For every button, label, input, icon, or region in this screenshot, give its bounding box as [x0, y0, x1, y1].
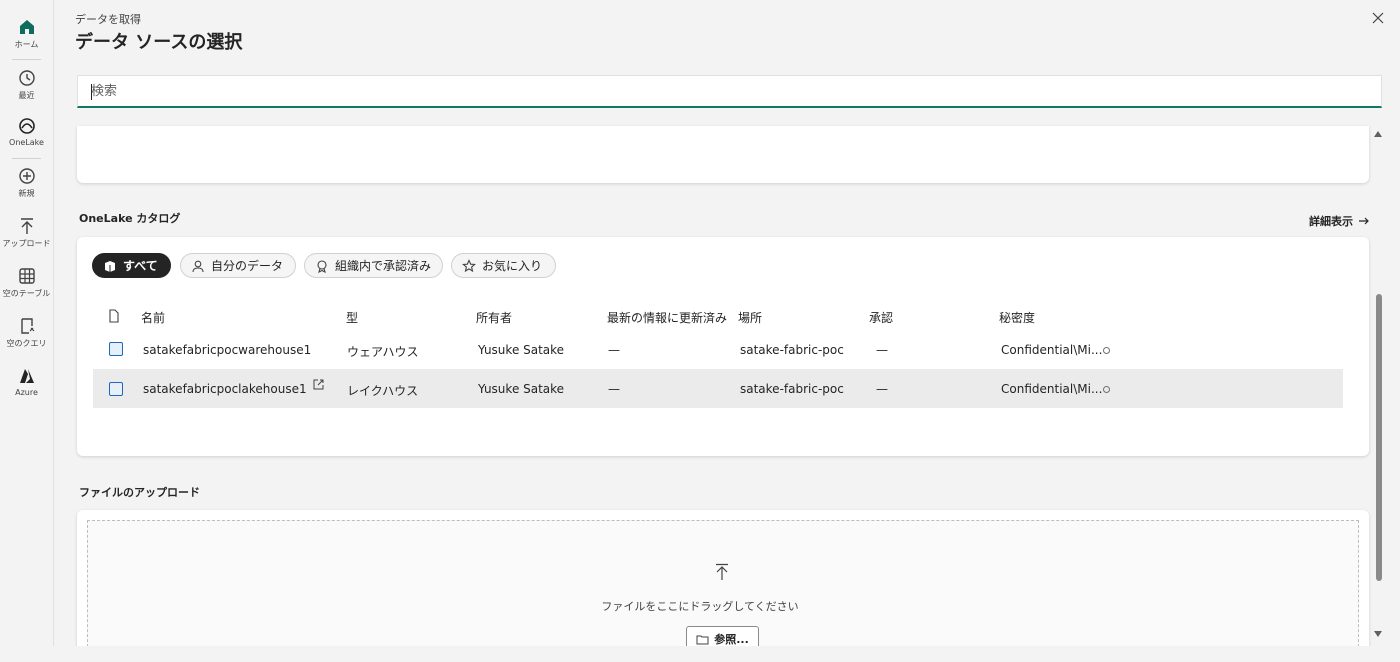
page-title: データ ソースの選択 [75, 32, 243, 53]
query-icon [20, 318, 34, 334]
lakehouse-icon [109, 382, 123, 396]
rail-recent[interactable]: 最近 [0, 68, 53, 101]
rail-new-label: 新規 [18, 189, 35, 198]
details-link[interactable]: 詳細表示 [1309, 213, 1370, 229]
filter-endorsed[interactable]: 組織内で承認済み [304, 253, 443, 278]
upload-icon [716, 563, 728, 580]
rail-divider [12, 59, 41, 60]
rail-azure-label: Azure [15, 388, 38, 397]
page-bottom [53, 646, 1400, 662]
filter-my-data-label: 自分のデータ [211, 259, 284, 273]
file-type-icon [109, 309, 119, 323]
data-source-card [77, 126, 1369, 183]
search-input[interactable] [78, 76, 1381, 106]
row-refreshed: — [608, 382, 620, 396]
rail-home[interactable]: ホーム [0, 17, 53, 50]
upload-icon [20, 218, 33, 234]
rail-upload-label: アップロード [2, 239, 51, 248]
rail-empty-table-label: 空のテーブル [2, 289, 51, 298]
upload-title: ファイルのアップロード [79, 486, 200, 499]
row-location[interactable]: satake-fabric-poc [740, 343, 844, 357]
row-refreshed: — [608, 343, 620, 357]
rail-azure[interactable]: Azure [0, 366, 53, 397]
rail-empty-query[interactable]: 空のクエリ [0, 316, 53, 349]
row-sensitivity: Confidential\Mi... [1001, 343, 1103, 357]
row-owner: Yusuke Satake [478, 382, 565, 396]
rail-home-label: ホーム [14, 40, 39, 49]
row-owner: Yusuke Satake [478, 343, 565, 357]
row-endorsement: — [876, 382, 888, 396]
star-icon [462, 258, 476, 272]
rail-onelake[interactable]: OneLake [0, 116, 53, 147]
row-location[interactable]: satake-fabric-poc [740, 382, 844, 396]
filter-favorites-label: お気に入り [482, 259, 543, 273]
details-link-label: 詳細表示 [1309, 215, 1353, 228]
plus-circle-icon [18, 168, 35, 184]
text-caret [91, 84, 92, 100]
row-name[interactable]: satakefabricpoclakehouse1 [143, 382, 307, 396]
home-icon [19, 20, 34, 34]
open-external-icon[interactable] [313, 379, 324, 390]
onelake-icon [18, 118, 35, 134]
warehouse-icon [109, 342, 123, 356]
rail-onelake-label: OneLake [9, 138, 44, 147]
rail-divider [12, 158, 41, 159]
row-type: レイクハウス [347, 384, 419, 398]
row-endorsement: — [876, 343, 888, 357]
close-icon[interactable] [1370, 10, 1386, 26]
column-header-type[interactable]: 型 [346, 309, 358, 326]
rail-recent-label: 最近 [18, 91, 35, 100]
search-box [77, 75, 1382, 108]
rail-upload[interactable]: アップロード [0, 216, 53, 249]
rail-new[interactable]: 新規 [0, 166, 53, 199]
row-sensitivity: Confidential\Mi... [1001, 382, 1103, 396]
ribbon-icon [317, 259, 327, 273]
folder-icon [696, 635, 709, 644]
column-header-endorsement[interactable]: 承認 [869, 309, 893, 326]
scrollbar-thumb[interactable] [1376, 294, 1382, 581]
row-name[interactable]: satakefabricpocwarehouse1 [143, 343, 311, 357]
azure-icon [19, 369, 34, 383]
drop-hint: ファイルをここにドラッグしてください [601, 600, 799, 613]
column-header-name[interactable]: 名前 [141, 309, 165, 326]
filter-all-label: すべて [123, 259, 158, 273]
scroll-up-arrow[interactable] [1374, 131, 1382, 137]
person-icon [192, 260, 204, 272]
all-items-icon [105, 260, 115, 272]
filter-favorites[interactable]: お気に入り [451, 253, 556, 278]
catalog-title: OneLake カタログ [79, 212, 181, 225]
left-rail: ホーム 最近 OneLake 新規 アップロード 空のテーブル 空のクエリ Az… [0, 0, 54, 662]
scroll-down-arrow[interactable] [1374, 631, 1382, 637]
filter-endorsed-label: 組織内で承認済み [335, 259, 432, 273]
column-header-refreshed[interactable]: 最新の情報に更新済み [607, 309, 729, 326]
filter-my-data[interactable]: 自分のデータ [180, 253, 296, 278]
filter-all[interactable]: すべて [92, 253, 171, 278]
dialog-subtitle: データを取得 [75, 13, 141, 26]
row-type: ウェアハウス [347, 345, 419, 359]
info-icon[interactable] [1103, 347, 1110, 354]
table-icon [18, 268, 35, 284]
rail-empty-query-label: 空のクエリ [6, 339, 47, 348]
browse-button-label: 参照... [714, 633, 749, 646]
column-header-sensitivity[interactable]: 秘密度 [999, 309, 1035, 326]
clock-icon [18, 70, 35, 86]
column-header-location[interactable]: 場所 [738, 309, 762, 326]
column-header-owner[interactable]: 所有者 [476, 309, 512, 326]
arrow-right-icon [1359, 217, 1369, 225]
info-icon[interactable] [1103, 386, 1110, 393]
rail-empty-table[interactable]: 空のテーブル [0, 266, 53, 299]
